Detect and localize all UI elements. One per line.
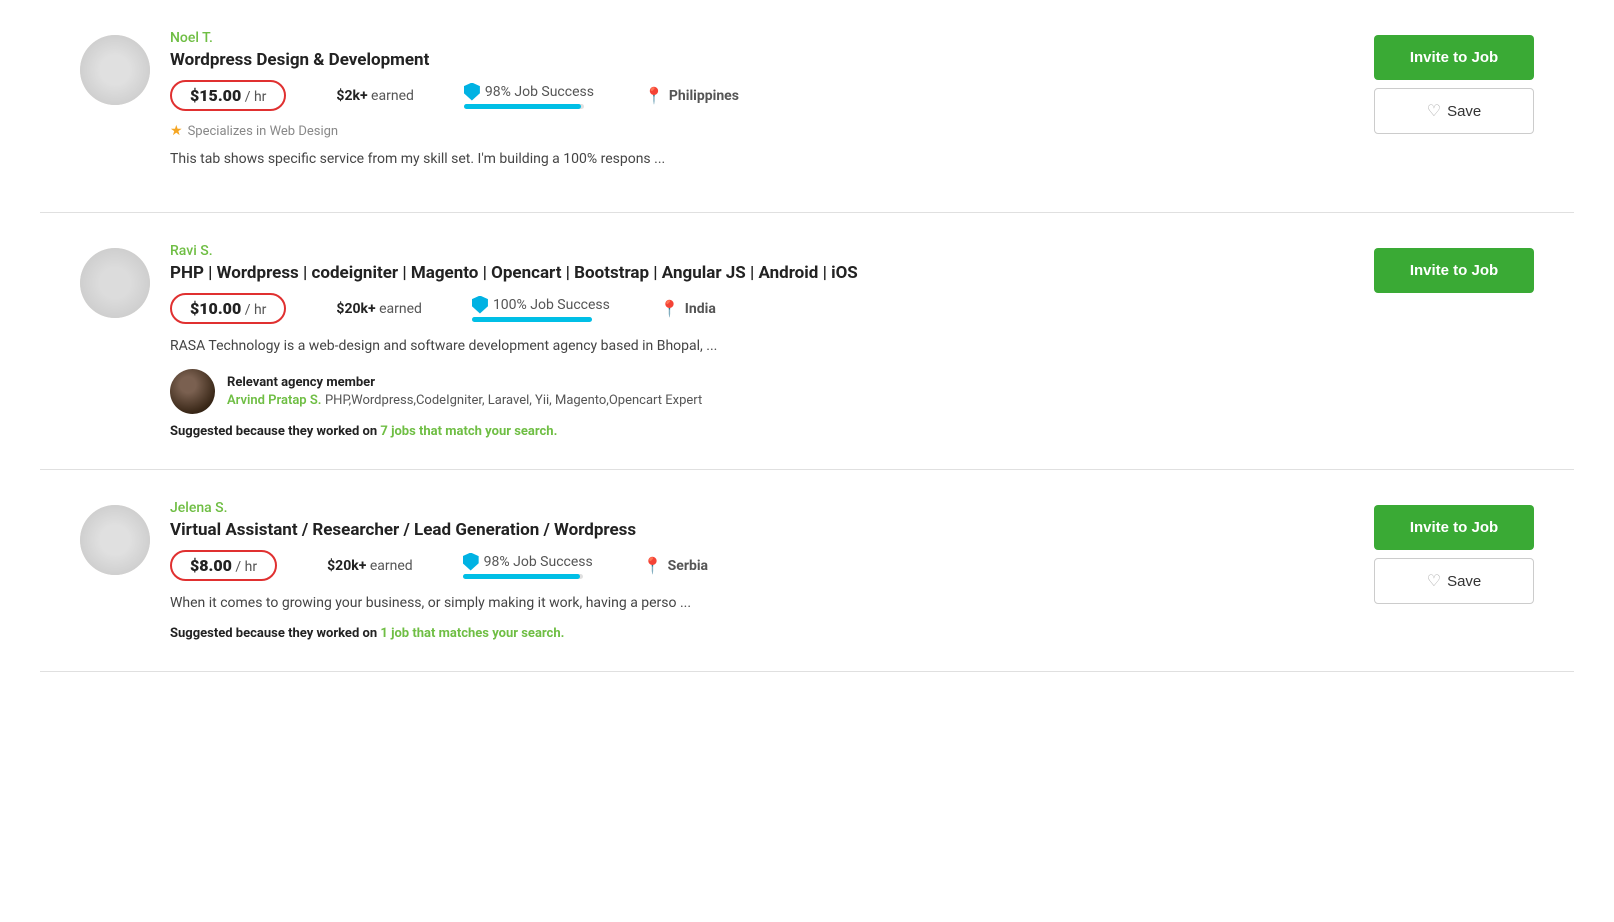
progress-bar: [464, 104, 584, 109]
suggested: Suggested because they worked on 7 jobs …: [170, 424, 1354, 439]
agency-member: Relevant agency member Arvind Pratap S. P…: [170, 369, 1354, 414]
pin-icon: 📍: [643, 556, 663, 575]
name-row: Noel T.: [170, 30, 1354, 46]
agency-member-name[interactable]: Arvind Pratap S.: [227, 393, 321, 408]
job-success: 98% Job Success: [463, 553, 593, 579]
job-success: 100% Job Success: [472, 296, 610, 322]
job-success-label: 98% Job Success: [463, 553, 593, 571]
card-content: Jelena S. Virtual Assistant / Researcher …: [170, 500, 1354, 641]
progress-bar: [472, 317, 592, 322]
invite-to-job-button[interactable]: Invite to Job: [1374, 248, 1534, 293]
freelancer-card: Ravi S. PHP | Wordpress | codeigniter | M…: [40, 213, 1574, 470]
suggested-link[interactable]: 7 jobs that match your search.: [380, 424, 557, 439]
location: 📍 India: [660, 299, 716, 318]
agency-label: Relevant agency member: [227, 375, 702, 390]
card-actions: Invite to Job ♡ Save: [1374, 30, 1534, 134]
job-title[interactable]: Wordpress Design & Development: [170, 50, 1354, 70]
freelancer-name[interactable]: Ravi S.: [170, 243, 213, 259]
freelancer-card: Noel T. Wordpress Design & Development $15…: [40, 0, 1574, 213]
shield-icon: [472, 296, 488, 314]
job-success: 98% Job Success: [464, 83, 594, 109]
job-title[interactable]: Virtual Assistant / Researcher / Lead Ge…: [170, 520, 1354, 540]
location: 📍 Philippines: [644, 86, 739, 105]
rate: $10.00 / hr: [170, 293, 286, 324]
agency-info: Relevant agency member Arvind Pratap S. P…: [227, 375, 702, 408]
location: 📍 Serbia: [643, 556, 708, 575]
avatar: [80, 505, 150, 575]
suggested: Suggested because they worked on 1 job t…: [170, 626, 1354, 641]
progress-bar-fill: [472, 317, 592, 322]
card-content: Noel T. Wordpress Design & Development $15…: [170, 30, 1354, 182]
name-row: Ravi S.: [170, 243, 1354, 259]
name-row: Jelena S.: [170, 500, 1354, 516]
star-icon: ★: [170, 123, 183, 139]
progress-bar-fill: [464, 104, 582, 109]
job-success-label: 100% Job Success: [472, 296, 610, 314]
card-actions: Invite to Job ♡ Save: [1374, 500, 1534, 604]
meta-row: $10.00 / hr $20k+ earned 100% Job Success…: [170, 293, 1354, 324]
card-content: Ravi S. PHP | Wordpress | codeigniter | M…: [170, 243, 1354, 439]
meta-row: $8.00 / hr $20k+ earned 98% Job Success 📍 …: [170, 550, 1354, 581]
agency-skills: PHP,Wordpress,CodeIgniter, Laravel, Yii,…: [325, 393, 702, 408]
agency-skills-row: Arvind Pratap S. PHP,Wordpress,CodeIgnit…: [227, 392, 702, 408]
freelancer-name[interactable]: Noel T.: [170, 30, 213, 46]
card-actions: Invite to Job: [1374, 243, 1534, 293]
avatar: [80, 248, 150, 318]
save-button[interactable]: ♡ Save: [1374, 558, 1534, 604]
meta-row: $15.00 / hr $2k+ earned 98% Job Success 📍 …: [170, 80, 1354, 111]
suggested-link[interactable]: 1 job that matches your search.: [380, 626, 564, 641]
description: RASA Technology is a web-design and soft…: [170, 336, 1354, 357]
freelancer-name[interactable]: Jelena S.: [170, 500, 228, 516]
shield-icon: [464, 83, 480, 101]
description: When it comes to growing your business, …: [170, 593, 1354, 614]
earned: $2k+ earned: [336, 88, 413, 104]
rate: $15.00 / hr: [170, 80, 286, 111]
heart-icon: ♡: [1427, 101, 1441, 121]
pin-icon: 📍: [644, 86, 664, 105]
earned: $20k+ earned: [336, 301, 422, 317]
rate: $8.00 / hr: [170, 550, 277, 581]
job-success-label: 98% Job Success: [464, 83, 594, 101]
freelancer-card: Jelena S. Virtual Assistant / Researcher …: [40, 470, 1574, 672]
heart-icon: ♡: [1427, 571, 1441, 591]
earned: $20k+ earned: [327, 558, 413, 574]
specializes: ★ Specializes in Web Design: [170, 123, 1354, 139]
avatar: [80, 35, 150, 105]
invite-to-job-button[interactable]: Invite to Job: [1374, 505, 1534, 550]
job-title[interactable]: PHP | Wordpress | codeigniter | Magento …: [170, 263, 1354, 283]
freelancer-list: Noel T. Wordpress Design & Development $15…: [0, 0, 1614, 672]
shield-icon: [463, 553, 479, 571]
description: This tab shows specific service from my …: [170, 149, 1354, 170]
progress-bar: [463, 574, 583, 579]
pin-icon: 📍: [660, 299, 680, 318]
progress-bar-fill: [463, 574, 581, 579]
invite-to-job-button[interactable]: Invite to Job: [1374, 35, 1534, 80]
save-button[interactable]: ♡ Save: [1374, 88, 1534, 134]
agency-avatar: [170, 369, 215, 414]
